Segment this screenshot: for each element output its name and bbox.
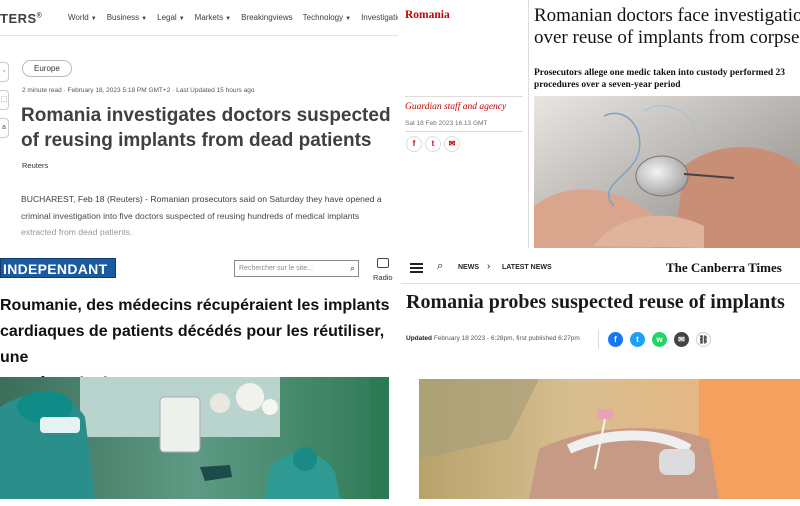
- section-label[interactable]: Romania: [405, 9, 450, 21]
- divider: [405, 131, 523, 132]
- chevron-down-icon: ▼: [178, 16, 185, 22]
- reuters-nav-bar: TERS® World ▼ Business ▼ Legal ▼ Markets ▼ B…: [0, 0, 398, 36]
- twitter-share-icon[interactable]: t: [630, 332, 645, 347]
- canberra-nav-bar: ⌕ NEWS › LATEST NEWS The Canberra Times: [401, 251, 800, 284]
- search-placeholder: Rechercher sur le site...: [239, 265, 313, 272]
- author[interactable]: Guardian staff and agency: [405, 102, 506, 112]
- radio-link[interactable]: Radio: [373, 273, 393, 282]
- chevron-down-icon: ▼: [225, 16, 232, 22]
- article-meta: Updated February 18 2023 - 6:28pm, first…: [406, 335, 580, 342]
- independant-logo[interactable]: INDEPENDANT: [0, 258, 116, 278]
- byline[interactable]: Reuters: [22, 161, 48, 170]
- nav-legal[interactable]: Legal ▼: [157, 13, 185, 22]
- nav-news-link[interactable]: NEWS: [458, 264, 479, 271]
- meta-date: February 18 2023 - 6:28pm, first publish…: [433, 335, 580, 342]
- headline-line-1: Roumanie, des médecins récupéraient les …: [0, 297, 390, 314]
- headline-line-2: cardiaques de patients décédés pour les …: [0, 323, 385, 366]
- operating-room-photo: [0, 377, 389, 499]
- hospital-patient-photo: [419, 379, 800, 499]
- body-fade-overlay: [0, 215, 398, 248]
- canberra-times-logo[interactable]: The Canberra Times: [666, 260, 782, 276]
- publish-date: Sat 18 Feb 2023 16.13 GMT: [405, 120, 488, 127]
- standfirst-line-1: Prosecutors allege one medic taken into …: [534, 68, 786, 78]
- article-headline-line-1: Romanian doctors face investigation: [534, 5, 800, 26]
- section-tag[interactable]: Europe: [22, 60, 72, 77]
- guardian-article-panel: Romania Romanian doctors face investigat…: [399, 0, 800, 248]
- standfirst-line-2: procedures over a seven-year period: [534, 80, 681, 90]
- pacemaker-photo: [534, 96, 800, 248]
- copy-link-icon[interactable]: ⛓: [696, 332, 711, 347]
- text-size-button[interactable]: a: [0, 118, 9, 138]
- nav-markets[interactable]: Markets ▼: [195, 13, 231, 22]
- pacemaker-hand-image: [534, 96, 800, 248]
- whatsapp-share-icon[interactable]: w: [652, 332, 667, 347]
- standfirst: Prosecutors allege one medic taken into …: [534, 67, 800, 91]
- email-share-icon[interactable]: ✉: [444, 136, 460, 152]
- hamburger-menu-icon[interactable]: [410, 263, 423, 273]
- chevron-right-icon: ›: [487, 261, 491, 272]
- reuters-article-panel: TERS® World ▼ Business ▼ Legal ▼ Markets ▼ B…: [0, 0, 398, 248]
- facebook-share-icon[interactable]: f: [406, 136, 422, 152]
- bookmark-button[interactable]: ⬚: [0, 90, 9, 110]
- nav-technology[interactable]: Technology ▼: [303, 13, 351, 22]
- radio-icon[interactable]: [377, 258, 389, 268]
- chevron-down-icon: ▼: [90, 16, 97, 22]
- twitter-share-icon[interactable]: t: [425, 136, 441, 152]
- search-input[interactable]: Rechercher sur le site... ⌕: [234, 260, 359, 277]
- nav-investigations[interactable]: Investigations: [361, 13, 398, 22]
- chevron-down-icon: ▼: [345, 16, 352, 22]
- divider: [598, 329, 599, 349]
- chevron-down-icon: ▼: [141, 16, 148, 22]
- article-meta: 2 minute read · February 18, 2023 5:18 P…: [22, 87, 255, 94]
- meta-label: Updated: [406, 335, 432, 342]
- patient-hand-image: [419, 379, 800, 499]
- search-icon[interactable]: ⌕: [437, 260, 443, 273]
- nav-breakingviews[interactable]: Breakingviews: [241, 13, 293, 22]
- article-headline-line-2: over reuse of implants from corpses: [534, 27, 800, 48]
- surgeons-image: [0, 377, 389, 499]
- column-divider: [528, 0, 529, 248]
- independant-article-panel: INDEPENDANT Rechercher sur le site... ⌕ …: [0, 251, 398, 506]
- canberra-article-panel: ⌕ NEWS › LATEST NEWS The Canberra Times …: [401, 251, 800, 506]
- divider: [405, 96, 523, 97]
- reuters-logo[interactable]: TERS®: [0, 11, 42, 26]
- nav-latest-news-link[interactable]: LATEST NEWS: [502, 264, 552, 271]
- share-button[interactable]: ◦: [0, 62, 9, 82]
- reuters-nav-menu: World ▼ Business ▼ Legal ▼ Markets ▼ Breakin…: [68, 13, 398, 22]
- facebook-share-icon[interactable]: f: [608, 332, 623, 347]
- article-headline: Romania investigates doctors suspected o…: [21, 105, 391, 151]
- email-share-icon[interactable]: ✉: [674, 332, 689, 347]
- search-icon[interactable]: ⌕: [350, 263, 355, 274]
- nav-world[interactable]: World ▼: [68, 13, 97, 22]
- nav-business[interactable]: Business ▼: [107, 13, 147, 22]
- article-headline: Romania probes suspected reuse of implan…: [406, 291, 785, 313]
